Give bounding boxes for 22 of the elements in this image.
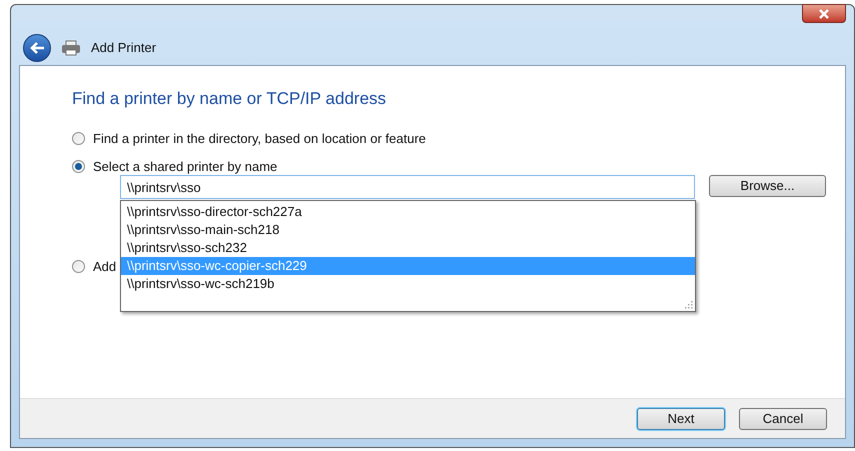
suggestion-item[interactable]: \\printsrv\sso-sch232 [121,239,695,257]
printer-name-field[interactable]: \\printsrv\sso [120,175,695,199]
printer-icon [61,40,81,56]
option-label: Select a shared printer by name [93,158,278,176]
browse-button[interactable]: Browse... [709,175,826,197]
suggestion-item[interactable]: \\printsrv\sso-main-sch218 [121,221,695,239]
next-button[interactable]: Next [637,408,725,430]
option-label: Find a printer in the directory, based on location or feature [93,130,426,148]
cancel-button[interactable]: Cancel [739,408,827,430]
close-icon [818,8,830,18]
option-label: Add [93,258,116,276]
window-title: Add Printer [91,39,156,58]
suggestion-item[interactable]: \\printsrv\sso-wc-sch219b [121,275,695,293]
close-button[interactable] [802,4,846,23]
radio-button[interactable] [72,132,85,145]
radio-button[interactable] [72,160,85,174]
resize-grip-icon [683,299,693,309]
suggestion-item[interactable]: \\printsrv\sso-director-sch227a [121,203,695,221]
radio-button[interactable] [72,260,85,273]
back-button[interactable] [23,34,51,62]
page-heading: Find a printer by name or TCP/IP address [72,88,388,110]
back-arrow-icon [29,42,45,54]
